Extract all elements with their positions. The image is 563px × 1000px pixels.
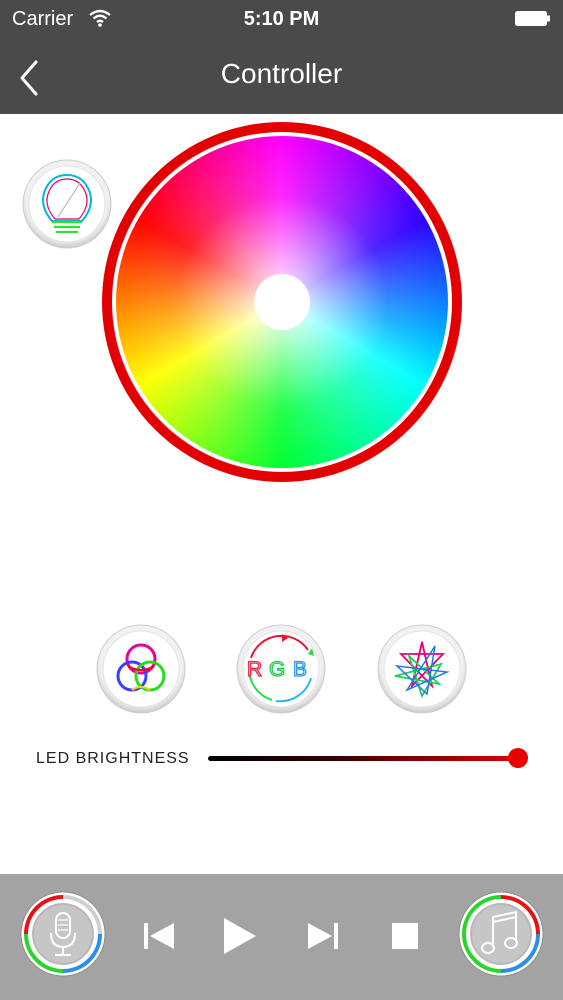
- status-time: 5:10 PM: [243, 8, 320, 30]
- brightness-slider-thumb[interactable]: [508, 748, 528, 768]
- battery-icon: [515, 11, 550, 26]
- color-wheel-center: [254, 274, 310, 330]
- light-bulb-icon[interactable]: [22, 159, 112, 249]
- page-title: Controller: [220, 58, 343, 89]
- media-control-bar: [0, 874, 563, 1000]
- music-note-icon[interactable]: [458, 891, 544, 977]
- controller-main: R G B LED BRIGHTNESS: [0, 114, 563, 874]
- rgb-cycle-icon[interactable]: R G B: [236, 624, 326, 714]
- stop-icon[interactable]: [384, 914, 428, 958]
- brightness-label: LED BRIGHTNESS: [36, 750, 190, 767]
- svg-text:R: R: [247, 658, 262, 681]
- navigation-bar: Controller: [0, 38, 563, 114]
- microphone-icon[interactable]: [20, 891, 106, 977]
- brightness-slider-track[interactable]: [208, 756, 520, 761]
- skip-next-icon[interactable]: [302, 914, 346, 958]
- svg-text:B: B: [293, 658, 307, 681]
- star-polygon-icon[interactable]: [377, 624, 467, 714]
- skip-previous-icon[interactable]: [138, 914, 182, 958]
- tricolor-circles-icon[interactable]: [96, 624, 186, 714]
- color-wheel[interactable]: [102, 122, 462, 482]
- status-bar: Carrier 5:10 PM: [0, 0, 563, 38]
- play-icon[interactable]: [216, 914, 260, 958]
- svg-text:G: G: [269, 658, 285, 681]
